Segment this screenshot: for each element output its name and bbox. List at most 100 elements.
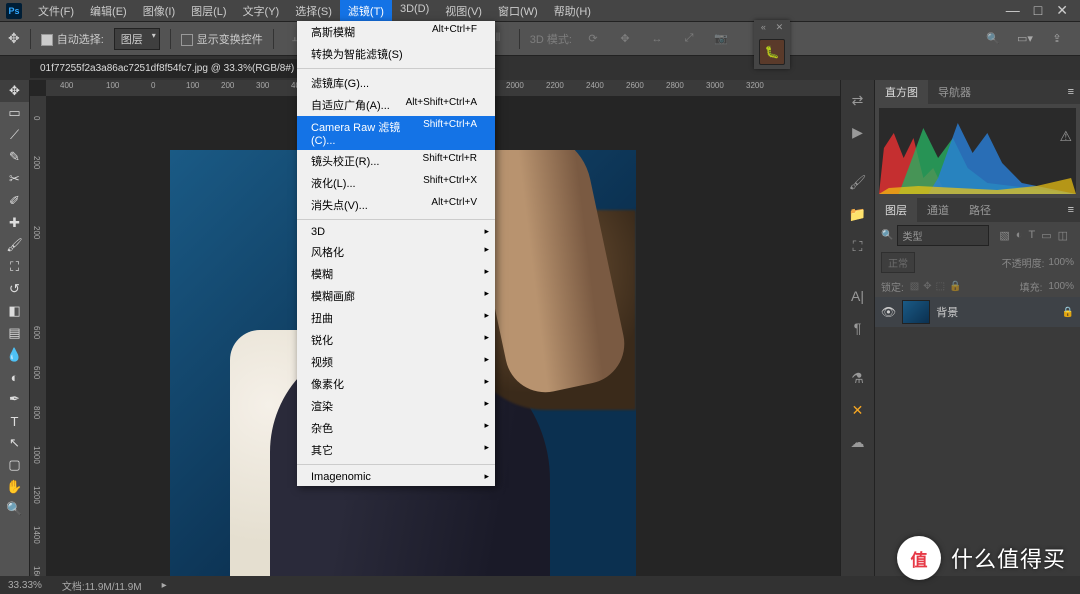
menu-item[interactable]: 滤镜库(G)... [297, 72, 495, 94]
zoom-level[interactable]: 33.33% [8, 580, 42, 591]
menu-item[interactable]: 3D [297, 223, 495, 241]
3d-pan-icon[interactable]: ✥ [614, 28, 636, 50]
tab-navigator[interactable]: 导航器 [928, 80, 981, 104]
marquee-tool[interactable]: ▭ [0, 102, 29, 124]
menu-1[interactable]: 编辑(E) [82, 0, 135, 22]
path-select-tool[interactable]: ↖ [0, 432, 29, 454]
close-button[interactable]: ✕ [1056, 2, 1068, 19]
menu-0[interactable]: 文件(F) [30, 0, 82, 22]
document-tab[interactable]: 01f77255f2a3a86ac7251df8f54fc7.jpg @ 33.… [30, 59, 304, 78]
fill-value[interactable]: 100% [1048, 281, 1074, 292]
filter-type-icon[interactable]: T [1028, 229, 1035, 242]
blur-tool[interactable]: 💧 [0, 344, 29, 366]
move-tool[interactable]: ✥ [0, 80, 29, 102]
menu-item[interactable]: 镜头校正(R)...Shift+Ctrl+R [297, 150, 495, 172]
filter-pixel-icon[interactable]: ▧ [999, 229, 1009, 242]
filter-shape-icon[interactable]: ▭ [1041, 229, 1051, 242]
auto-select-dropdown[interactable]: 图层 [114, 28, 160, 50]
healing-tool[interactable]: ✚ [0, 212, 29, 234]
menu-item[interactable]: 像素化 [297, 373, 495, 395]
menu-item[interactable]: Camera Raw 滤镜(C)...Shift+Ctrl+A [297, 116, 495, 150]
lasso-tool[interactable]: ⟋ [0, 124, 29, 146]
lock-pixels-icon[interactable]: ▧ [910, 281, 919, 292]
pen-tool[interactable]: ✒ [0, 388, 29, 410]
collapse-icon[interactable]: « [761, 22, 766, 33]
layer-filter-dropdown[interactable]: 类型 [897, 225, 989, 246]
shape-tool[interactable]: ▢ [0, 454, 29, 476]
brush-tool[interactable]: 🖌 [0, 234, 29, 256]
lock-artboard-icon[interactable]: ⬚ [936, 281, 945, 292]
menu-item[interactable]: Imagenomic [297, 468, 495, 486]
blend-mode-dropdown[interactable]: 正常 [881, 252, 915, 273]
filter-adjust-icon[interactable]: ◐ [1016, 229, 1023, 242]
minimize-button[interactable]: — [1006, 2, 1020, 19]
dodge-tool[interactable]: ◐ [0, 366, 29, 388]
cloud-panel-icon[interactable]: ☁ [848, 432, 868, 452]
panel-menu-icon[interactable]: ≡ [1062, 86, 1080, 98]
actions-panel-icon[interactable]: ▶ [848, 122, 868, 142]
menu-item[interactable]: 模糊 [297, 263, 495, 285]
close-icon[interactable]: ✕ [776, 22, 784, 33]
history-panel-icon[interactable]: ⇄ [848, 90, 868, 110]
document-info[interactable]: 文档:11.9M/11.9M [62, 578, 142, 593]
menu-10[interactable]: 帮助(H) [546, 0, 599, 22]
3d-orbit-icon[interactable]: ⟳ [582, 28, 604, 50]
menu-item[interactable]: 自适应广角(A)...Alt+Shift+Ctrl+A [297, 94, 495, 116]
menu-item[interactable]: 其它 [297, 439, 495, 461]
crop-tool[interactable]: ✂ [0, 168, 29, 190]
search-icon[interactable]: 🔍 [982, 28, 1004, 50]
brush-settings-icon[interactable]: 📁 [848, 204, 868, 224]
maximize-button[interactable]: □ [1034, 2, 1042, 19]
menu-3[interactable]: 图层(L) [183, 0, 234, 22]
menu-8[interactable]: 视图(V) [437, 0, 490, 22]
eyedropper-tool[interactable]: ✐ [0, 190, 29, 212]
tab-paths[interactable]: 路径 [959, 198, 1001, 222]
history-brush-tool[interactable]: ↺ [0, 278, 29, 300]
lab-panel-icon[interactable]: ⚗ [848, 368, 868, 388]
menu-item[interactable]: 杂色 [297, 417, 495, 439]
layer-row[interactable]: 👁 背景 🔒 [875, 297, 1080, 327]
panel-icon[interactable]: 🐛 [759, 39, 785, 65]
menu-item[interactable]: 锐化 [297, 329, 495, 351]
menu-item[interactable]: 消失点(V)...Alt+Ctrl+V [297, 194, 495, 216]
lock-all-icon[interactable]: 🔒 [949, 281, 961, 292]
hand-tool[interactable]: ✋ [0, 476, 29, 498]
menu-item[interactable]: 视频 [297, 351, 495, 373]
show-transform-checkbox[interactable]: 显示变换控件 [181, 31, 263, 47]
menu-4[interactable]: 文字(Y) [235, 0, 288, 22]
opacity-value[interactable]: 100% [1048, 257, 1074, 268]
3d-scale-icon[interactable]: ⤢ [678, 28, 700, 50]
character-panel-icon[interactable]: A| [848, 286, 868, 306]
panel-menu-icon[interactable]: ≡ [1062, 204, 1080, 216]
3d-camera-icon[interactable]: 📷 [710, 28, 732, 50]
stamp-tool[interactable]: ⛶ [0, 256, 29, 278]
menu-item[interactable]: 高斯模糊Alt+Ctrl+F [297, 21, 495, 43]
paragraph-panel-icon[interactable]: ¶ [848, 318, 868, 338]
gradient-tool[interactable]: ▤ [0, 322, 29, 344]
menu-6[interactable]: 滤镜(T) [340, 0, 392, 22]
tab-layers[interactable]: 图层 [875, 198, 917, 222]
menu-7[interactable]: 3D(D) [392, 0, 437, 22]
collapsed-panel[interactable]: « ✕ 🐛 [754, 20, 790, 69]
auto-select-checkbox[interactable]: 自动选择: [41, 31, 104, 47]
brush-panel-icon[interactable]: 🖌 [848, 172, 868, 192]
visibility-icon[interactable]: 👁 [881, 305, 896, 319]
menu-item[interactable]: 液化(L)...Shift+Ctrl+X [297, 172, 495, 194]
cross-panel-icon[interactable]: ✕ [848, 400, 868, 420]
type-tool[interactable]: T [0, 410, 29, 432]
menu-item[interactable]: 渲染 [297, 395, 495, 417]
3d-slide-icon[interactable]: ↔ [646, 28, 668, 50]
share-icon[interactable]: ⇪ [1046, 28, 1068, 50]
menu-item[interactable]: 模糊画廊 [297, 285, 495, 307]
chevron-right-icon[interactable]: ▸ [162, 580, 167, 591]
menu-5[interactable]: 选择(S) [287, 0, 340, 22]
menu-item[interactable]: 扭曲 [297, 307, 495, 329]
warning-icon[interactable]: ⚠ [1059, 128, 1072, 145]
tab-channels[interactable]: 通道 [917, 198, 959, 222]
tab-histogram[interactable]: 直方图 [875, 80, 928, 104]
menu-item[interactable]: 风格化 [297, 241, 495, 263]
menu-2[interactable]: 图像(I) [135, 0, 183, 22]
layer-name[interactable]: 背景 [936, 304, 958, 320]
filter-smart-icon[interactable]: ◫ [1058, 229, 1068, 242]
zoom-tool[interactable]: 🔍 [0, 498, 29, 520]
